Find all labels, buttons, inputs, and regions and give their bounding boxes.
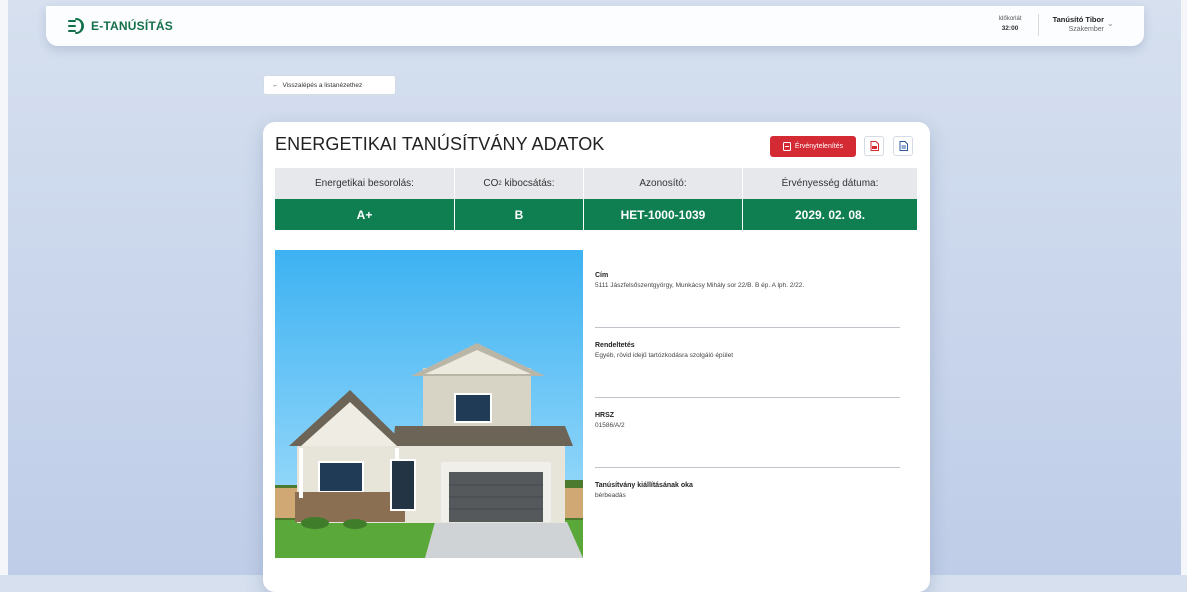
header-validity-date: Érvényesség dátuma:: [743, 168, 917, 199]
detail-hrsz: HRSZ 01586/A/2: [595, 412, 900, 468]
summary-header-row: Energetikai besorolás: CO 2 kibocsátás: A…: [275, 168, 917, 199]
hrsz-label: HRSZ: [595, 412, 615, 419]
detail-issue-reason: Tanúsítvány kiállításának oka bérbeadás: [595, 482, 900, 538]
summary-value-row: A+ B HET-1000-1039 2029. 02. 08.: [275, 199, 917, 230]
window-frame-left: [0, 0, 8, 575]
identifier-value: HET-1000-1039: [584, 199, 743, 230]
issue-reason-value: bérbeadás: [595, 492, 626, 499]
arrow-left-icon: ←: [272, 81, 279, 89]
detail-purpose: Rendeltetés Egyéb, rövid idejű tartózkod…: [595, 342, 900, 398]
user-menu[interactable]: Tanúsító Tibor Szakember: [1046, 15, 1104, 35]
summary-table: Energetikai besorolás: CO 2 kibocsátás: A…: [275, 168, 917, 230]
timer-label: Időkorlát: [998, 16, 1022, 22]
hrsz-value: 01586/A/2: [595, 422, 625, 429]
timer-value: 32:00: [1001, 25, 1019, 32]
download-pdf-button[interactable]: [864, 136, 884, 156]
header-divider: [1038, 14, 1039, 36]
top-bar: E-TANÚSÍTÁS Időkorlát 32:00 Tanúsító Tib…: [46, 6, 1144, 46]
logo-icon: [68, 18, 84, 34]
validity-date-value: 2029. 02. 08.: [743, 199, 917, 230]
user-name: Tanúsító Tibor: [1052, 15, 1104, 24]
app-logo[interactable]: E-TANÚSÍTÁS: [66, 16, 173, 36]
download-document-button[interactable]: [893, 136, 913, 156]
page-title: ENERGETIKAI TANÚSÍTVÁNY ADATOK: [275, 134, 605, 154]
chevron-down-icon[interactable]: ⌄: [1107, 19, 1114, 28]
session-timer: Időkorlát 32:00: [986, 15, 1034, 33]
window-frame-right: [1181, 0, 1187, 575]
address-value: 5111 Jászfelsőszentgyörgy, Munkácsy Mihá…: [595, 282, 805, 289]
building-photo: [275, 250, 583, 558]
user-role: Szakember: [1068, 26, 1104, 33]
invalidate-label: Érvénytelenítés: [794, 143, 844, 150]
purpose-label: Rendeltetés: [595, 342, 635, 349]
document-icon: [899, 141, 908, 151]
app-name: E-TANÚSÍTÁS: [91, 19, 173, 33]
certificate-details: Cím 5111 Jászfelsőszentgyörgy, Munkácsy …: [595, 272, 900, 552]
energy-rating-value: A+: [275, 199, 455, 230]
issue-reason-label: Tanúsítvány kiállításának oka: [595, 482, 693, 489]
header-energy-rating: Energetikai besorolás:: [275, 168, 455, 199]
invalidate-button[interactable]: Érvénytelenítés: [770, 136, 856, 157]
detail-address: Cím 5111 Jászfelsőszentgyörgy, Munkácsy …: [595, 272, 900, 328]
back-to-list-button[interactable]: ← Visszalépés a listanézethez: [263, 75, 396, 95]
header-co2: CO 2 kibocsátás:: [455, 168, 584, 199]
purpose-value: Egyéb, rövid idejű tartózkodásra szolgál…: [595, 352, 734, 359]
co2-value: B: [455, 199, 584, 230]
header-identifier: Azonosító:: [584, 168, 743, 199]
co2-prefix: CO: [483, 178, 499, 189]
pdf-icon: [870, 141, 879, 151]
cancel-document-icon: [782, 142, 791, 151]
co2-suffix: kibocsátás:: [501, 178, 555, 189]
back-button-label: Visszalépés a listanézethez: [282, 81, 363, 89]
address-label: Cím: [595, 272, 609, 279]
certificate-card: ENERGETIKAI TANÚSÍTVÁNY ADATOK Érvénytel…: [263, 122, 930, 592]
